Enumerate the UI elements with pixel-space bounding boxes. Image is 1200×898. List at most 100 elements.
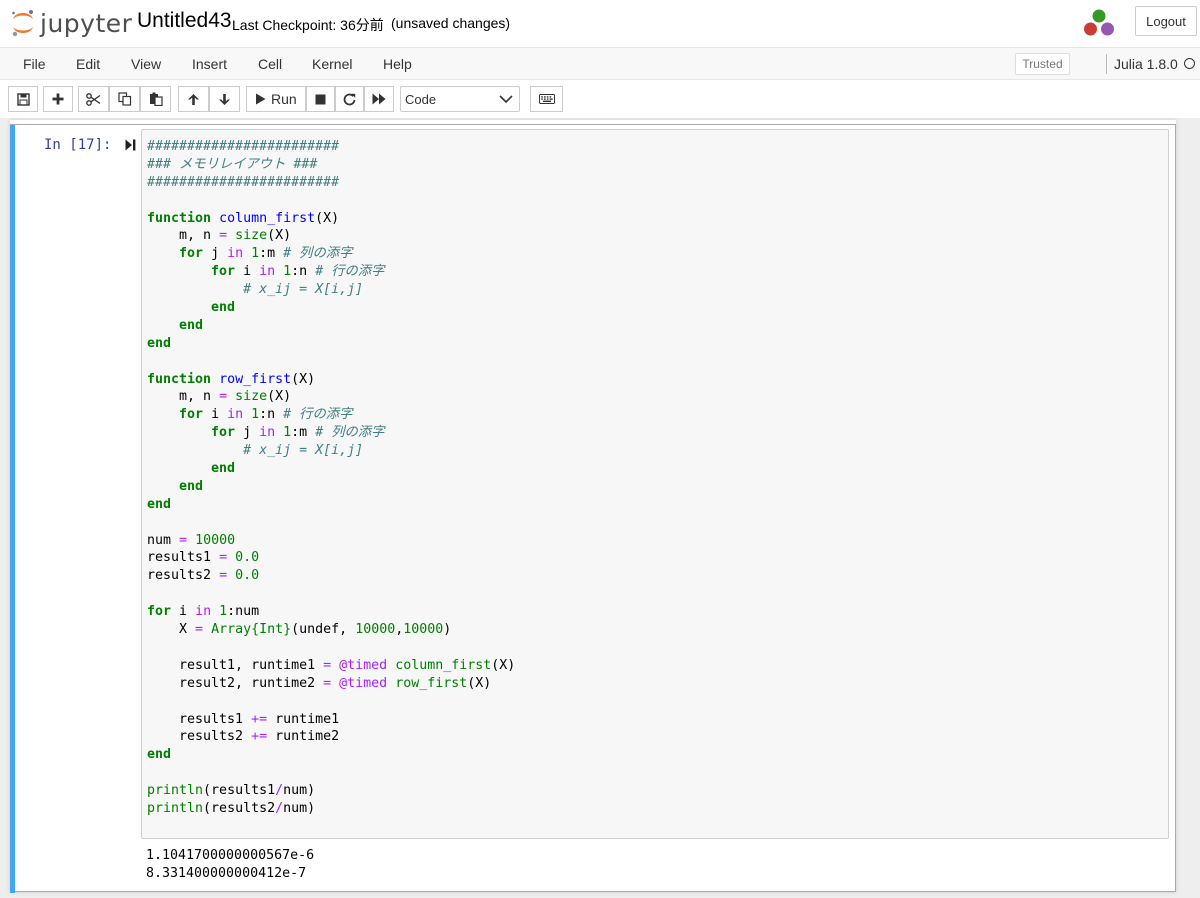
code-cell[interactable]: In [17]: ######################## ### メモリ… [10,124,1176,893]
code-token: (X) [291,371,316,387]
code-token: 1 [251,246,260,262]
code-token: 1 [283,264,292,280]
code-token: = [219,389,228,405]
code-line: m, n = size(X) [147,227,515,245]
code-token: in [259,425,276,441]
code-token: = [195,622,204,638]
julia-kernel-logo-icon [1084,9,1114,36]
code-token: (X) [267,389,292,405]
code-editor[interactable]: ######################## ### メモリレイアウト ###… [141,129,1169,839]
restart-kernel-button[interactable] [335,86,364,112]
code-token: result2, runtime2 [147,675,324,691]
restart-run-all-button[interactable] [364,86,394,112]
cut-icon [86,92,101,106]
chevron-down-icon [499,95,513,104]
code-token: results1 [147,550,220,566]
code-token: runtime2 [267,729,340,745]
run-button[interactable]: Run [246,86,306,112]
code-token: runtime1 [267,711,340,727]
code-token: # x_ij = X[i,j] [243,443,364,459]
output-line: 1.1041700000000567e-6 [146,848,315,863]
run-label: Run [271,91,297,107]
move-up-button[interactable] [178,86,209,112]
menu-edit[interactable]: Edit [76,56,100,72]
code-token: :num [227,604,260,620]
code-token: column_first [395,657,492,673]
code-token: ### メモリレイアウト ### [147,156,318,172]
copy-button[interactable] [109,86,140,112]
trusted-indicator[interactable]: Trusted [1015,53,1070,75]
code-token: (X) [267,228,292,244]
code-token: 10000 [355,622,396,638]
code-line: end [147,496,515,514]
menu-help[interactable]: Help [383,56,412,72]
jupyter-logo[interactable]: jupyter [10,6,132,40]
code-line: num = 10000 [147,532,515,550]
code-token: = [323,675,332,691]
code-token: println [147,783,204,799]
paste-button[interactable] [140,86,171,112]
menu-file[interactable]: File [23,56,46,72]
kernel-name[interactable]: Julia 1.8.0 [1114,56,1178,72]
code-token: (X) [467,675,492,691]
code-line: ######################## [147,174,515,192]
jupyter-logo-icon [12,10,33,37]
menu-kernel[interactable]: Kernel [312,56,352,72]
code-token: = [219,228,228,244]
restart-icon [343,93,356,105]
play-icon [256,93,266,105]
logout-button[interactable]: Logout [1135,6,1197,36]
menu-cell[interactable]: Cell [258,56,282,72]
code-token: in [259,264,276,280]
cell-type-select[interactable]: Code [400,86,520,112]
header: jupyter Untitled43 Last Checkpoint: 36分前… [0,0,1200,47]
code-line: for j in 1:m # 列の添字 [147,424,515,442]
code-token: num) [283,800,316,816]
code-token: :n [259,407,284,423]
code-line: # x_ij = X[i,j] [147,442,515,460]
code-token: # 列の添字 [315,425,385,441]
menu-view[interactable]: View [131,56,161,72]
code-token: end [179,478,204,494]
command-palette-button[interactable] [530,86,563,112]
code-token: function [147,210,212,226]
code-line: end [147,478,515,496]
code-line: results2 = 0.0 [147,567,515,585]
run-cell-icon[interactable] [125,139,136,151]
code-line: m, n = size(X) [147,388,515,406]
code-token: / [275,800,284,816]
interrupt-kernel-button[interactable] [306,86,335,112]
kernel-idle-icon [1184,58,1195,69]
cut-button[interactable] [78,86,109,112]
code-token: j [203,246,228,262]
cell-output: 1.1041700000000567e-6 8.331400000000412e-… [146,847,314,883]
notebook-area[interactable]: In [17]: ######################## ### メモリ… [0,118,1200,898]
code-token: in [195,604,212,620]
code-token: (undef, [291,622,356,638]
code-token: i [235,264,260,280]
code-token: ) [443,622,452,638]
insert-cell-button[interactable] [43,86,73,112]
code-token: results2 [147,568,220,584]
code-token: end [211,461,236,477]
kernel-divider [1106,54,1107,74]
code-token: @timed [339,675,388,691]
move-down-button[interactable] [209,86,240,112]
unsaved-changes: (unsaved changes) [391,15,511,31]
code-token: 10000 [195,532,236,548]
save-button[interactable] [8,86,38,112]
code-line: for i in 1:num [147,603,515,621]
notebook-title[interactable]: Untitled43 [137,9,232,33]
menu-insert[interactable]: Insert [192,56,227,72]
